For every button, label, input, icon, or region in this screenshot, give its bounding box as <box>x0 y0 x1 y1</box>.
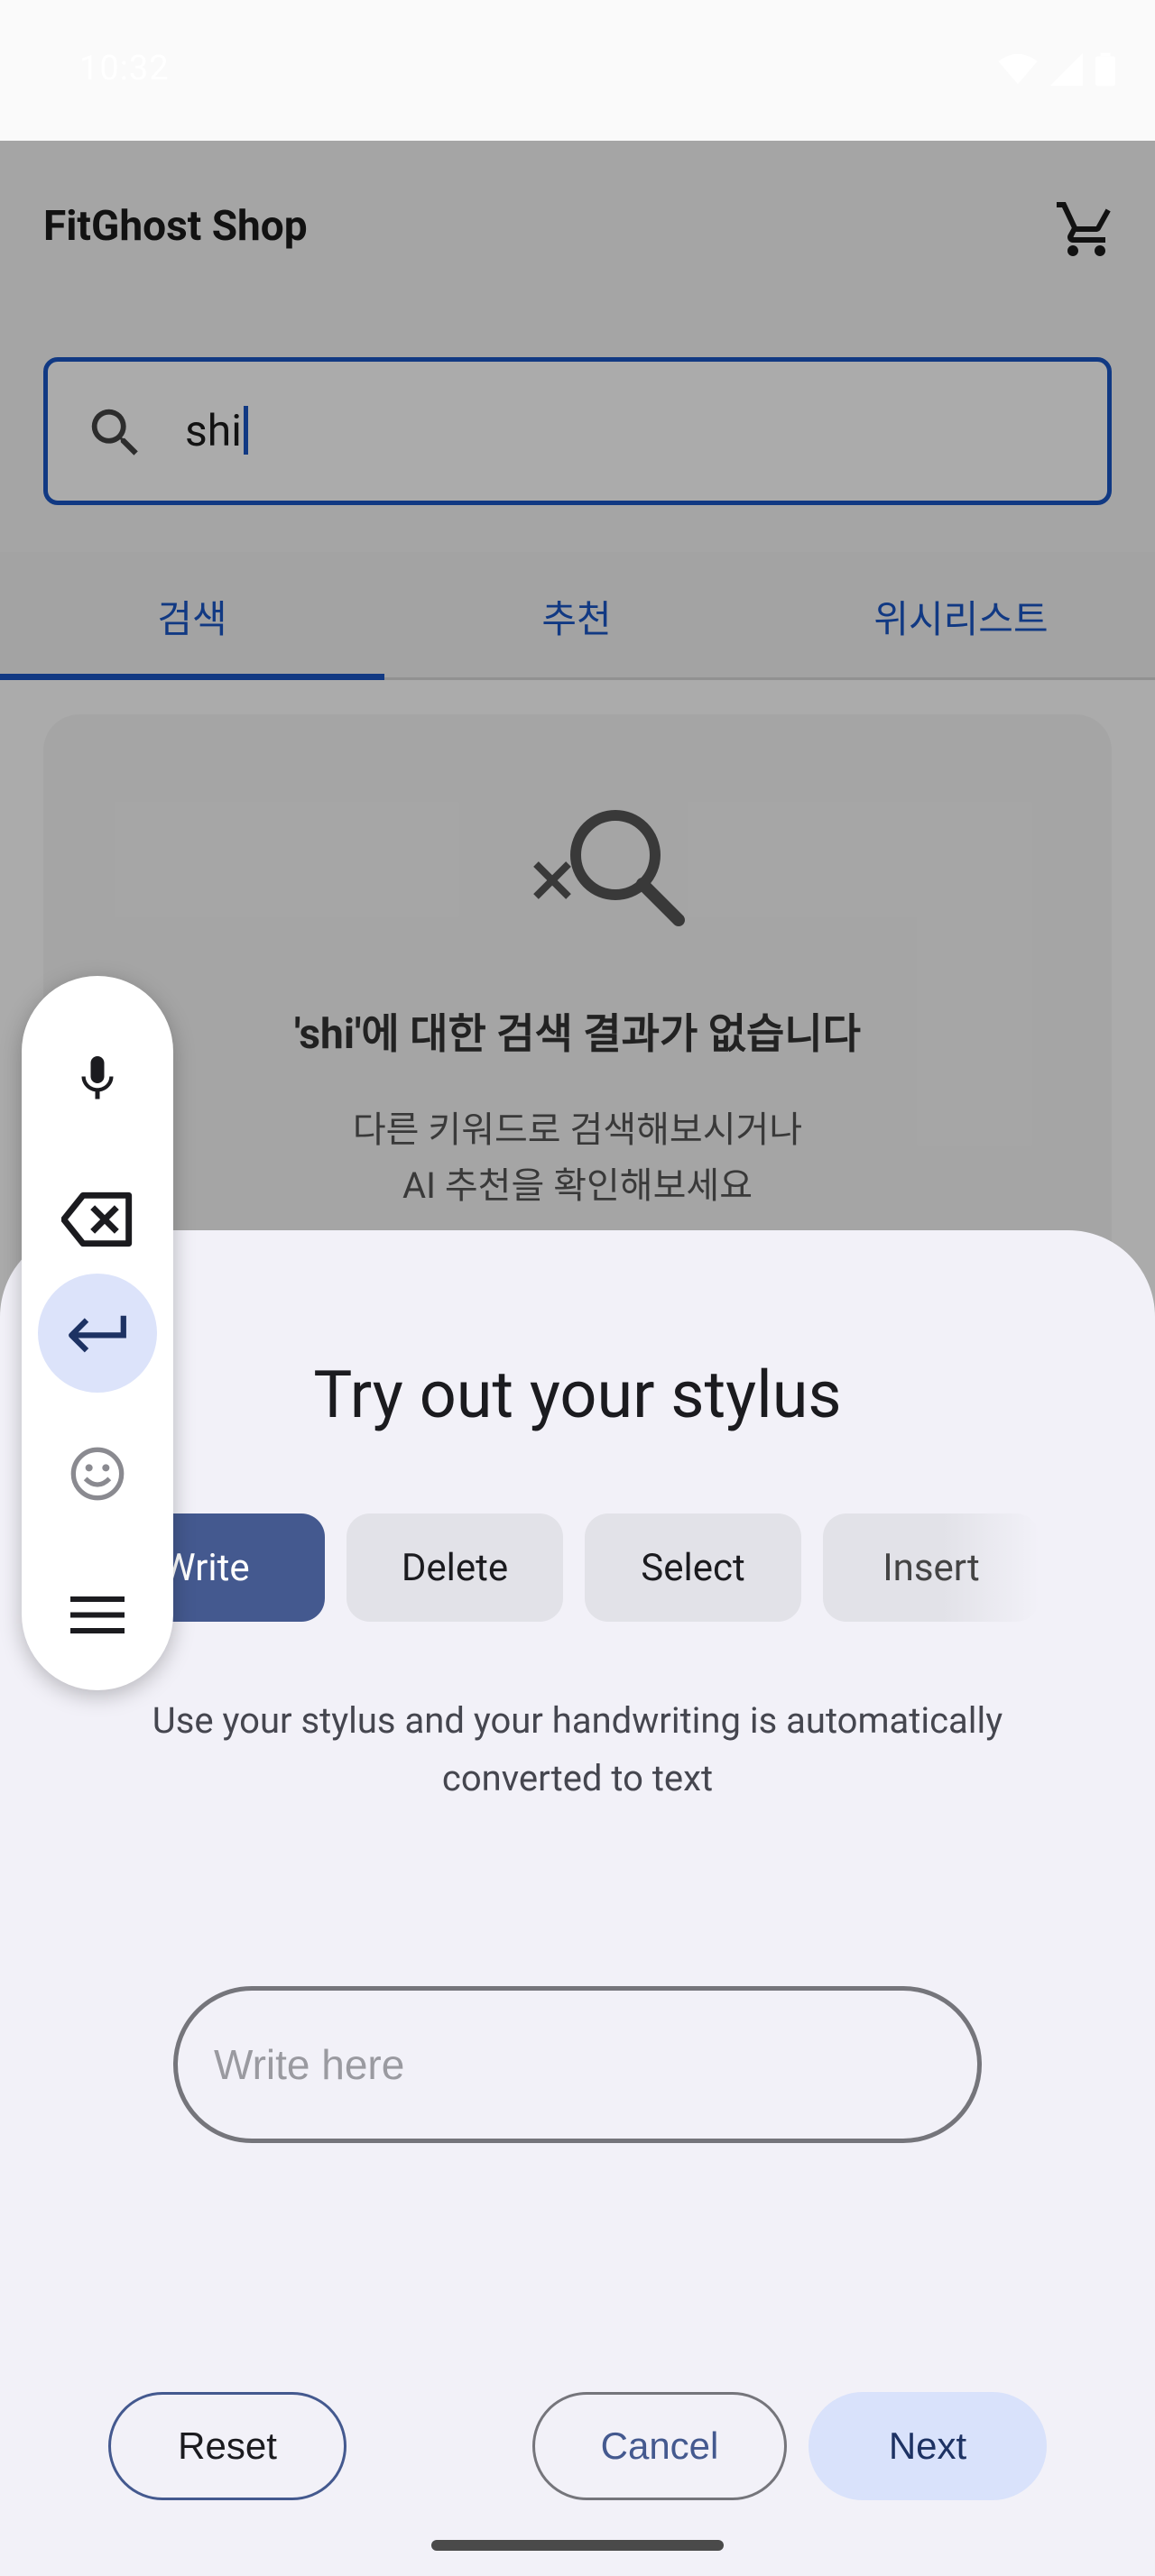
emoji-icon <box>70 1447 125 1501</box>
backspace-icon <box>61 1191 133 1247</box>
signal-icon <box>1050 53 1083 86</box>
write-here-input[interactable] <box>214 1991 936 2139</box>
sheet-title: Try out your stylus <box>313 1357 842 1433</box>
battery-icon <box>1095 52 1115 87</box>
microphone-button[interactable] <box>38 1019 157 1138</box>
wifi-icon <box>998 53 1038 85</box>
stylus-bottom-sheet: Try out your stylus Write Delete Select … <box>0 1230 1155 2576</box>
status-icons <box>998 52 1115 87</box>
sheet-description: Use your stylus and your handwriting is … <box>108 1692 1047 1808</box>
chip-select[interactable]: Select <box>585 1513 801 1622</box>
backspace-button[interactable] <box>38 1160 157 1279</box>
description-line-2: converted to text <box>441 1757 714 1799</box>
next-button[interactable]: Next <box>808 2392 1047 2500</box>
home-indicator[interactable] <box>431 2540 724 2551</box>
menu-button[interactable] <box>38 1555 157 1674</box>
emoji-button[interactable] <box>38 1414 157 1533</box>
chip-insert[interactable]: Insert <box>823 1513 1040 1622</box>
enter-button[interactable] <box>38 1274 157 1393</box>
status-bar: 10:32 <box>0 0 1155 141</box>
reset-button[interactable]: Reset <box>108 2392 346 2500</box>
cancel-button[interactable]: Cancel <box>532 2392 787 2500</box>
enter-icon <box>69 1315 126 1353</box>
status-time: 10:32 <box>79 49 170 88</box>
stylus-toolbar <box>22 976 173 1690</box>
chip-delete[interactable]: Delete <box>346 1513 563 1622</box>
description-line-1: Use your stylus and your handwriting is … <box>152 1699 1003 1742</box>
microphone-icon <box>81 1056 114 1099</box>
menu-icon <box>70 1596 125 1633</box>
write-here-field[interactable] <box>173 1986 982 2143</box>
mode-chips: Write Delete Select Insert <box>0 1513 1155 1622</box>
